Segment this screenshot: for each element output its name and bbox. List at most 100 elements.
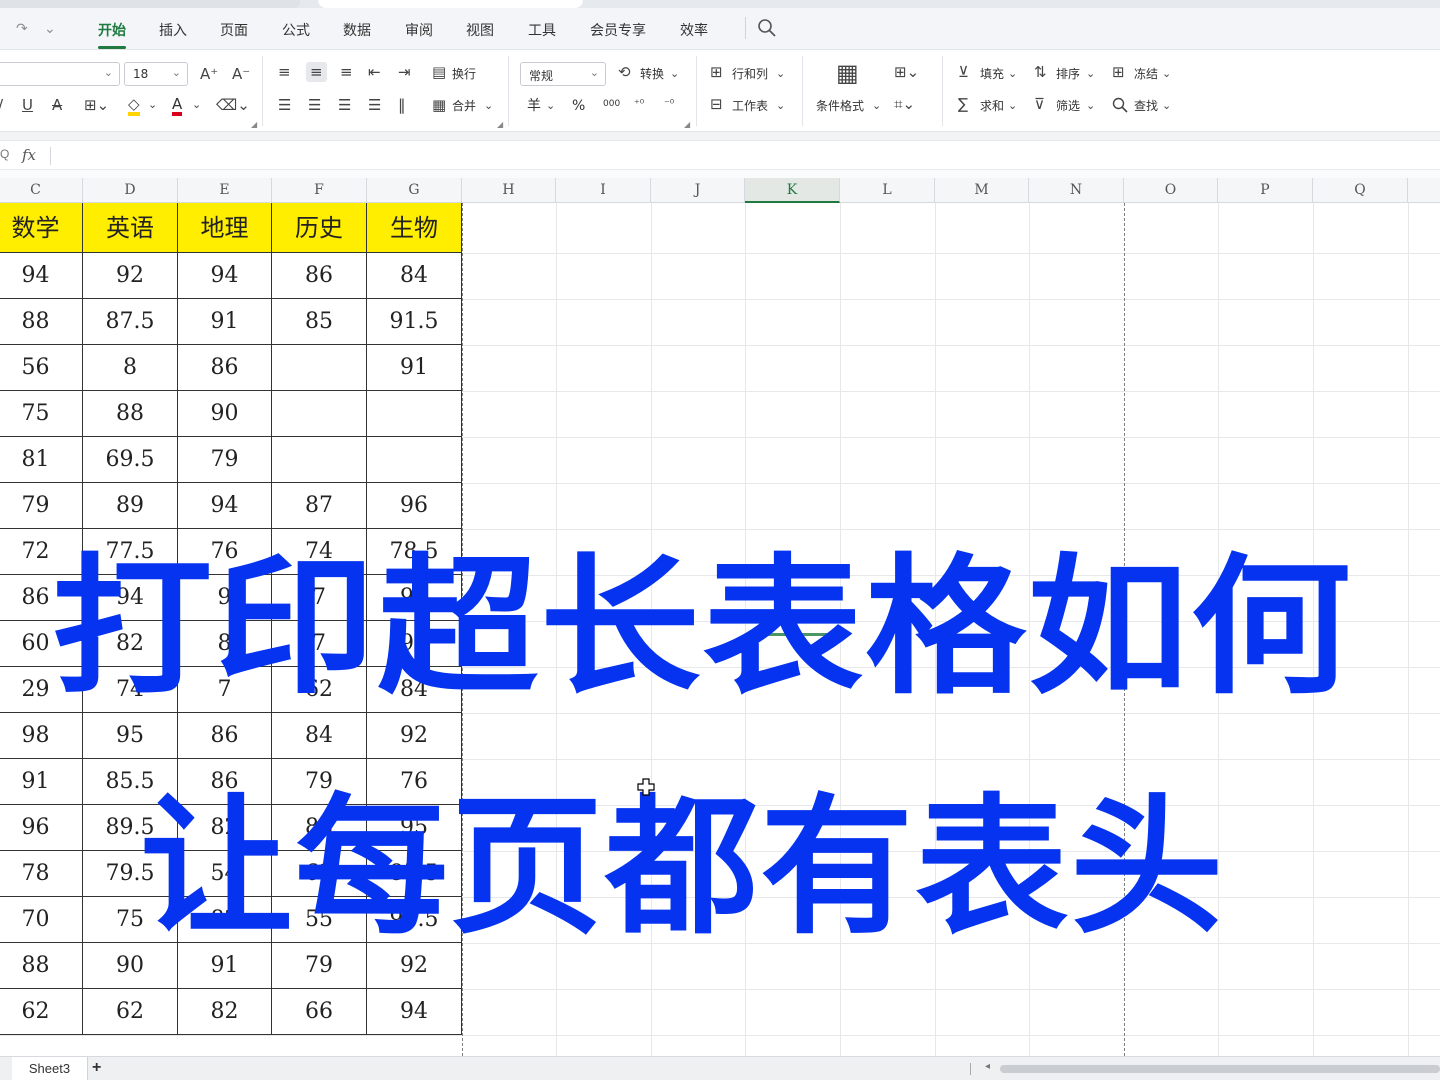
- sum-button[interactable]: 求和: [980, 98, 1004, 114]
- sort-icon[interactable]: ⇅: [1034, 64, 1047, 80]
- conditional-format-button[interactable]: 条件格式: [816, 98, 864, 114]
- column-header-g[interactable]: G: [367, 178, 462, 203]
- table-cell[interactable]: 91: [178, 299, 272, 345]
- clear-format-icon[interactable]: ⌫⌄: [216, 97, 250, 113]
- align-bottom-icon[interactable]: ≡: [340, 64, 353, 80]
- underline-icon[interactable]: U: [22, 97, 33, 113]
- header-cell-geography[interactable]: 地理: [178, 203, 272, 253]
- table-cell[interactable]: 88: [0, 943, 83, 989]
- menu-item-efficiency[interactable]: 效率: [680, 20, 708, 40]
- dialog-launcher-icon[interactable]: ◢: [251, 120, 257, 129]
- chevron-down-icon[interactable]: ⌄: [1162, 66, 1171, 82]
- align-left-icon[interactable]: ☰: [278, 97, 291, 113]
- table-cell[interactable]: [367, 391, 462, 437]
- sort-button[interactable]: 排序: [1056, 66, 1080, 82]
- column-header-k[interactable]: K: [745, 178, 840, 203]
- column-header-h[interactable]: H: [462, 178, 556, 203]
- align-top-icon[interactable]: ≡: [278, 64, 291, 80]
- table-cell[interactable]: 89: [83, 483, 178, 529]
- chevron-down-icon[interactable]: ⌄: [484, 98, 493, 114]
- table-cell[interactable]: 87: [272, 483, 367, 529]
- horizontal-scrollbar[interactable]: [1000, 1065, 1440, 1073]
- cell-style-icon[interactable]: ⊞⌄: [894, 64, 919, 80]
- menu-item-home[interactable]: 开始: [98, 20, 126, 40]
- row-col-button[interactable]: 行和列: [732, 66, 768, 82]
- column-header-m[interactable]: M: [935, 178, 1029, 203]
- menu-item-review[interactable]: 审阅: [405, 20, 433, 40]
- table-cell[interactable]: 86: [178, 345, 272, 391]
- align-right-icon[interactable]: ☰: [338, 97, 351, 113]
- merge-button[interactable]: 合并: [452, 98, 476, 114]
- table-cell[interactable]: 95: [83, 713, 178, 759]
- chevron-down-icon[interactable]: ⌄: [872, 98, 881, 114]
- sum-icon[interactable]: ∑: [958, 96, 968, 112]
- chevron-down-icon[interactable]: ⌄: [1086, 98, 1095, 114]
- column-header-i[interactable]: I: [556, 178, 651, 203]
- table-cell[interactable]: 91.5: [367, 299, 462, 345]
- table-cell[interactable]: 84: [367, 253, 462, 299]
- table-cell[interactable]: 88: [83, 391, 178, 437]
- table-cell[interactable]: 98: [0, 713, 83, 759]
- chevron-down-icon[interactable]: ⌄: [1008, 98, 1017, 114]
- table-cell[interactable]: 75: [0, 391, 83, 437]
- table-cell[interactable]: [272, 437, 367, 483]
- row-col-icon[interactable]: ⊞: [710, 64, 723, 80]
- table-cell[interactable]: 79: [0, 483, 83, 529]
- chevron-down-icon[interactable]: ⌄: [148, 97, 157, 113]
- italic-icon[interactable]: /: [0, 97, 3, 113]
- percent-button[interactable]: %: [572, 98, 585, 114]
- table-cell[interactable]: 56: [0, 345, 83, 391]
- table-cell[interactable]: 8: [83, 345, 178, 391]
- increase-decimal-icon[interactable]: ⁺⁰: [634, 96, 644, 112]
- table-cell[interactable]: 69.5: [83, 437, 178, 483]
- table-cell[interactable]: 62: [83, 989, 178, 1035]
- table-cell[interactable]: 78: [0, 851, 83, 897]
- menu-item-data[interactable]: 数据: [343, 20, 371, 40]
- convert-button[interactable]: 转换: [640, 66, 664, 82]
- find-icon[interactable]: [1112, 97, 1128, 113]
- table-cell[interactable]: 86: [178, 713, 272, 759]
- chevron-down-icon[interactable]: ⌄: [776, 98, 785, 114]
- filter-button[interactable]: 筛选: [1056, 98, 1080, 114]
- convert-icon[interactable]: ⟲: [618, 64, 631, 80]
- column-header-p[interactable]: P: [1218, 178, 1313, 203]
- align-center-icon[interactable]: ☰: [308, 97, 321, 113]
- freeze-button[interactable]: 冻结: [1134, 66, 1158, 82]
- window-tab-active[interactable]: [318, 0, 583, 8]
- table-cell[interactable]: [272, 391, 367, 437]
- table-cell[interactable]: [272, 345, 367, 391]
- menu-item-insert[interactable]: 插入: [159, 20, 187, 40]
- table-cell[interactable]: 81: [0, 437, 83, 483]
- zoom-formula-icon[interactable]: Q: [0, 147, 9, 161]
- border-icon[interactable]: ⊞⌄: [84, 97, 109, 113]
- decrease-decimal-icon[interactable]: ⁻⁰: [664, 96, 674, 112]
- sheet-tab-sheet3[interactable]: Sheet3: [12, 1057, 88, 1080]
- column-header-l[interactable]: L: [840, 178, 935, 203]
- menu-item-member[interactable]: 会员专享: [590, 20, 646, 40]
- font-name-select[interactable]: ⌄: [0, 62, 120, 86]
- header-cell-english[interactable]: 英语: [83, 203, 178, 253]
- chevron-down-icon[interactable]: ⌄: [44, 20, 56, 37]
- add-sheet-button[interactable]: +: [92, 1059, 101, 1077]
- table-style-icon[interactable]: ⌗⌄: [894, 96, 915, 112]
- column-header-d[interactable]: D: [83, 178, 178, 203]
- table-cell[interactable]: 96: [0, 805, 83, 851]
- chevron-down-icon[interactable]: ⌄: [1008, 66, 1017, 82]
- fill-icon[interactable]: ⊻: [958, 64, 969, 80]
- dialog-launcher-icon[interactable]: ◢: [497, 120, 503, 129]
- filter-icon[interactable]: ⊽: [1034, 96, 1045, 112]
- freeze-icon[interactable]: ⊞: [1112, 64, 1125, 80]
- column-header-f[interactable]: F: [272, 178, 367, 203]
- chevron-down-icon[interactable]: ⌄: [192, 97, 201, 113]
- column-header-j[interactable]: J: [651, 178, 745, 203]
- decrease-indent-icon[interactable]: ⇤: [368, 64, 381, 80]
- scroll-left-icon[interactable]: ◂: [985, 1061, 990, 1072]
- dialog-launcher-icon[interactable]: ◢: [684, 120, 690, 129]
- justify-icon[interactable]: ☰: [368, 97, 381, 113]
- menu-item-page[interactable]: 页面: [220, 20, 248, 40]
- currency-button[interactable]: 羊: [527, 98, 541, 114]
- table-cell[interactable]: 82: [178, 989, 272, 1035]
- header-cell-math[interactable]: 数学: [0, 203, 83, 253]
- redo-icon[interactable]: ↷: [16, 20, 28, 37]
- table-cell[interactable]: 90: [178, 391, 272, 437]
